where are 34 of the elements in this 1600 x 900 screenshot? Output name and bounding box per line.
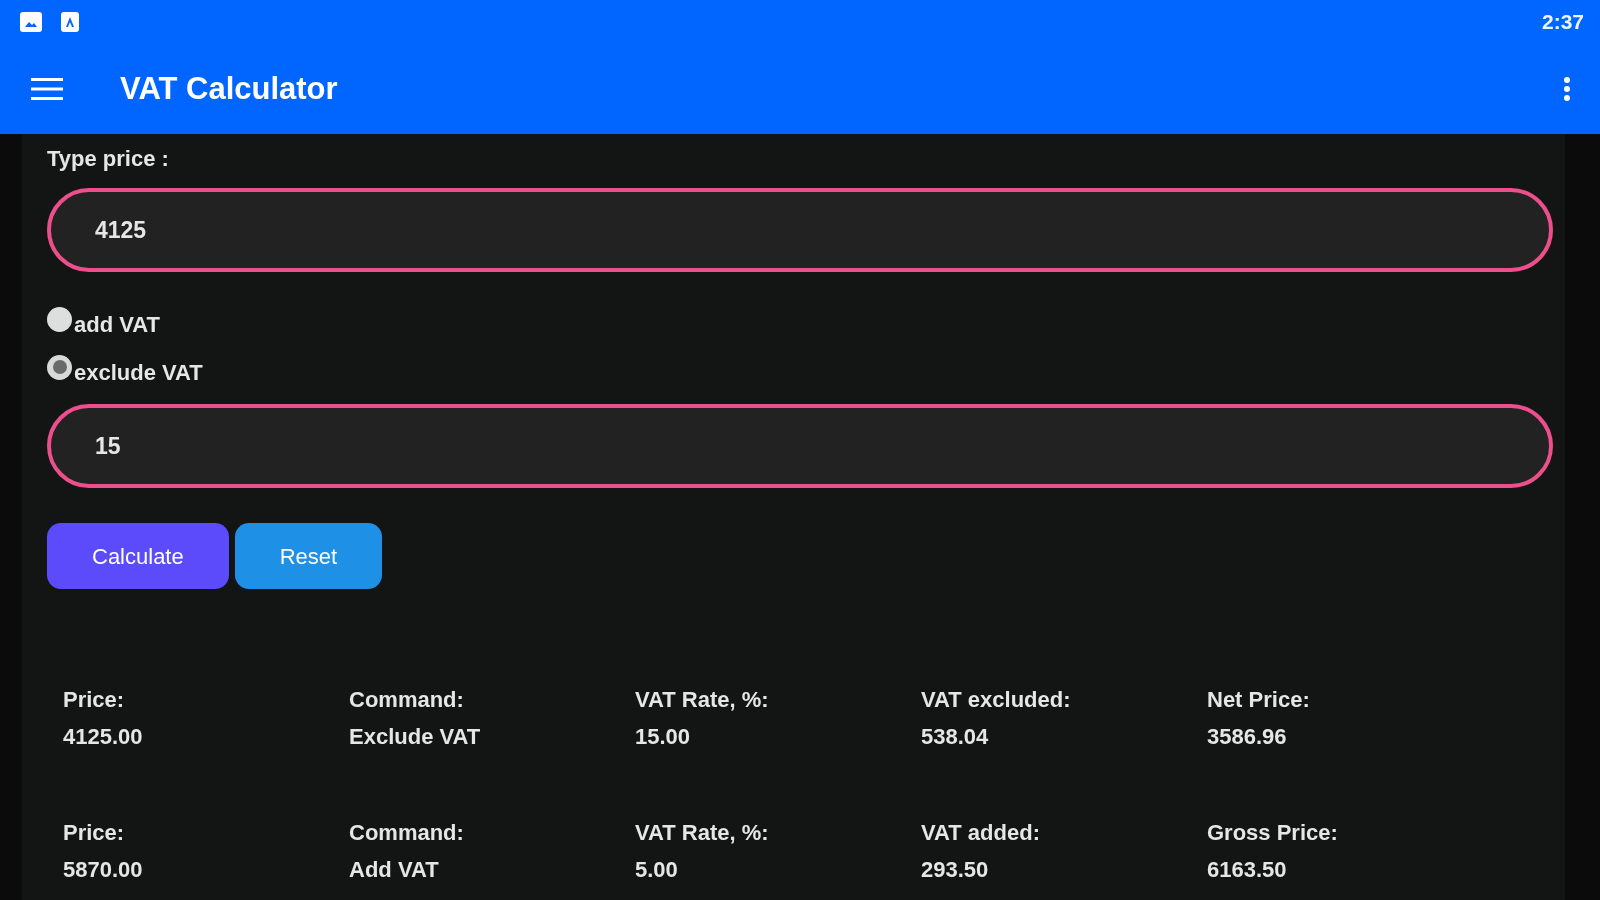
radio-button[interactable] xyxy=(47,354,72,380)
result-value: Add VAT xyxy=(349,856,439,884)
option-label: exclude VAT xyxy=(74,358,203,387)
result-value: 538.04 xyxy=(921,723,989,751)
result-label: Command: xyxy=(349,819,464,847)
result-label: VAT Rate, %: xyxy=(635,686,769,714)
app-title: VAT Calculator xyxy=(120,69,338,108)
result-value: Exclude VAT xyxy=(349,723,481,751)
image-icon xyxy=(20,12,42,32)
result-label: Price: xyxy=(63,686,125,714)
result-label: Net Price: xyxy=(1207,686,1310,714)
result-value: 5870.00 xyxy=(63,856,143,884)
price-input[interactable]: 4125 xyxy=(47,188,1553,272)
result-value: 6163.50 xyxy=(1207,856,1287,884)
result-label: VAT added: xyxy=(921,819,1040,847)
result-label: Price: xyxy=(63,819,125,847)
status-time: 2:37 xyxy=(1541,9,1584,36)
result-value: 5.00 xyxy=(635,856,678,884)
result-label: VAT excluded: xyxy=(921,686,1071,714)
result-value: 3586.96 xyxy=(1207,723,1287,751)
option-label: add VAT xyxy=(74,310,160,339)
result-label: VAT Rate, %: xyxy=(635,819,769,847)
app-icon xyxy=(61,12,79,32)
result-value: 4125.00 xyxy=(63,723,143,751)
radio-button[interactable] xyxy=(47,306,72,332)
calculate-button[interactable]: Calculate xyxy=(47,523,229,589)
result-label: Command: xyxy=(349,686,464,714)
result-value: 293.50 xyxy=(921,856,989,884)
menu-icon[interactable] xyxy=(31,78,63,100)
more-options-icon[interactable] xyxy=(1564,77,1570,101)
result-value: 15.00 xyxy=(635,723,691,751)
result-label: Gross Price: xyxy=(1207,819,1338,847)
price-label: Type price : xyxy=(47,145,169,173)
vat-rate-input[interactable]: 15 xyxy=(47,404,1553,488)
